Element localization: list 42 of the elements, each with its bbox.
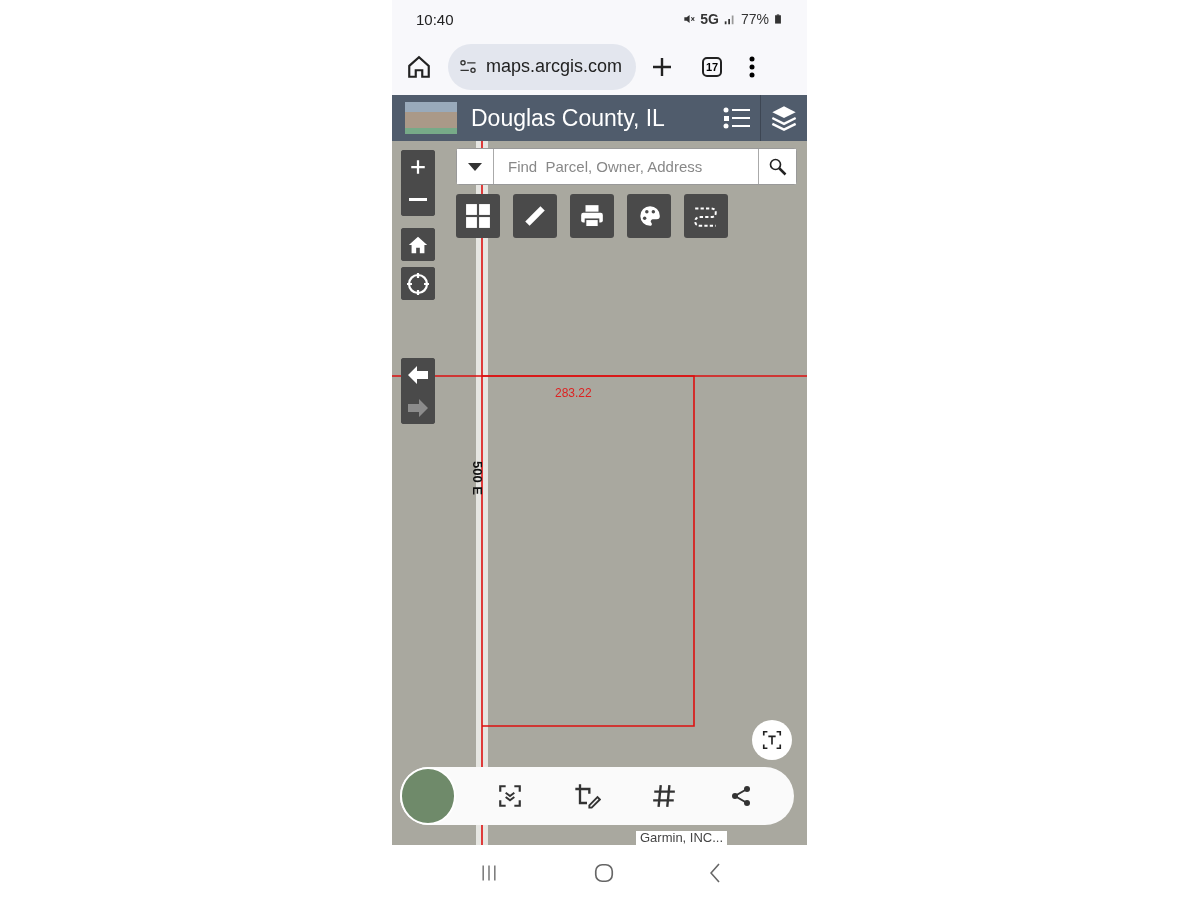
search-button[interactable] [758,149,796,184]
crop-pencil-icon [572,782,601,810]
battery-icon [773,12,783,26]
map-attribution: Garmin, INC... [636,831,728,845]
measure-button[interactable] [513,194,557,238]
clock: 10:40 [416,10,454,28]
back-icon [709,862,720,883]
layers-icon [770,104,798,132]
crosshair-icon [406,271,430,296]
hashtag-icon [650,783,677,809]
ruler-icon [522,203,548,229]
print-button[interactable] [570,194,614,238]
locate-button[interactable] [401,267,435,300]
text-scan-icon [761,729,783,751]
parcel-dimension-label: 283.22 [555,386,592,400]
more-icon [748,54,756,79]
basemap-gallery-button[interactable] [456,194,500,238]
search-source-dropdown[interactable] [457,149,494,184]
address-bar[interactable]: maps.arcgis.com [448,43,636,90]
plus-icon [409,157,427,176]
battery-percent: 77% [740,11,769,27]
grid-icon [465,203,491,229]
left-arrow-icon [408,365,428,384]
search-icon [767,156,788,177]
network-type: 5G [700,11,719,27]
caret-icon [468,162,482,171]
url-text: maps.arcgis.com [486,56,623,77]
right-arrow-icon [408,398,428,417]
minus-icon [409,198,427,201]
directions-button[interactable] [684,194,728,238]
printer-icon [579,203,605,229]
mute-icon [682,12,697,26]
search-bar[interactable]: Find Parcel, Owner, Address [456,148,797,185]
draw-button[interactable] [627,194,671,238]
scroll-capture-icon [496,783,523,809]
home-extent-button[interactable] [401,228,435,261]
app-title: Douglas County, IL [471,104,666,132]
tab-count-button[interactable]: 17 [702,56,722,77]
screenshot-thumbnail[interactable] [400,767,457,825]
road-label: 500 E [470,461,485,495]
home-icon [406,53,432,80]
courthouse-photo-placeholder [405,102,457,134]
